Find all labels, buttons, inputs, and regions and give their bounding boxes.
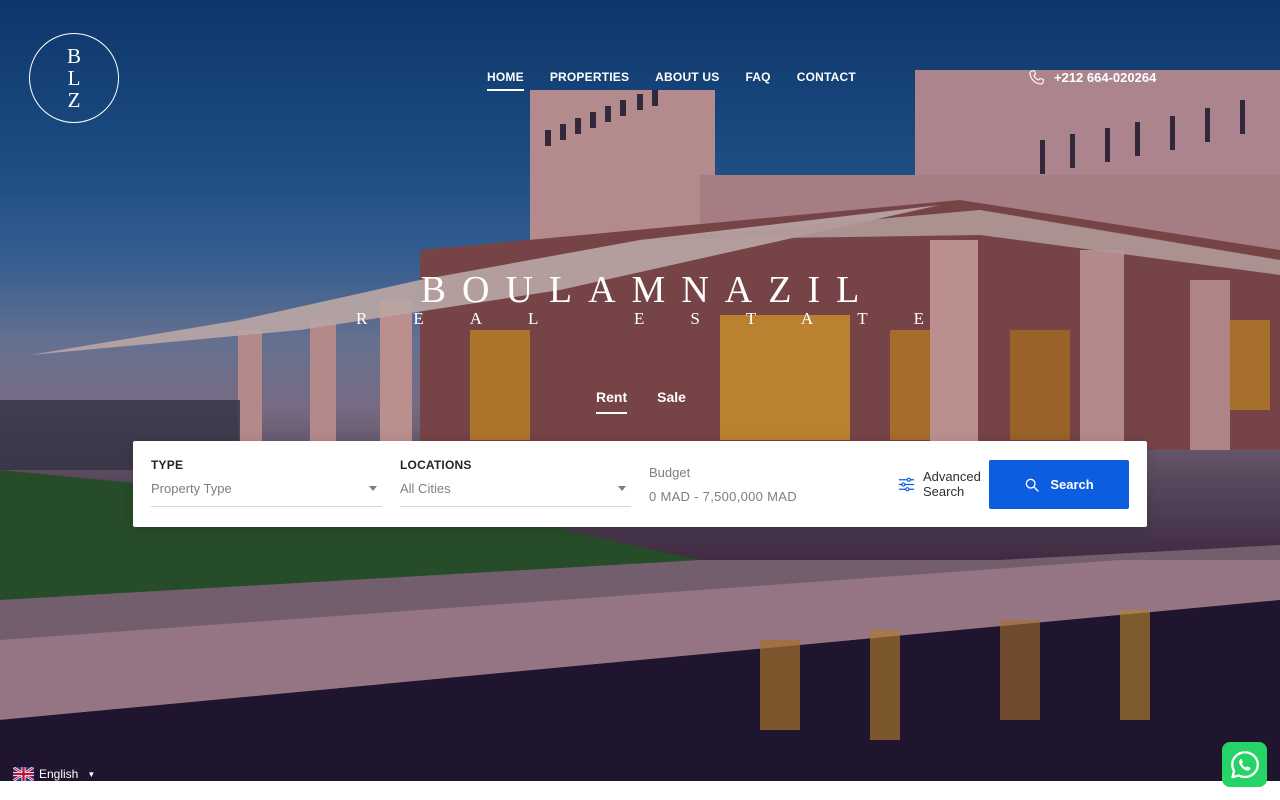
search-button[interactable]: Search [989,460,1129,509]
nav-item-contact[interactable]: CONTACT [797,70,856,90]
chevron-down-icon: ▼ [87,769,96,779]
main-nav: HOME PROPERTIES ABOUT US FAQ CONTACT [487,70,882,91]
language-switcher[interactable]: English ▼ [13,767,95,781]
site-logo[interactable]: B L Z [29,33,119,123]
type-field: TYPE Property Type [151,458,382,507]
whatsapp-button[interactable] [1222,742,1267,787]
phone-icon [1029,70,1044,85]
locations-select[interactable]: All Cities [400,481,631,507]
locations-select-value: All Cities [400,481,451,496]
nav-item-properties[interactable]: PROPERTIES [550,70,629,90]
tab-sale[interactable]: Sale [657,389,686,413]
caret-down-icon [618,486,626,491]
uk-flag-icon [13,767,34,781]
logo-letter: L [67,66,81,90]
advanced-search-label: Advanced [923,469,981,484]
brand-title: BOULAMNAZIL [420,269,876,311]
logo-letter: B [66,44,81,68]
search-icon [1025,478,1039,492]
phone-number: +212 664-020264 [1054,70,1157,85]
budget-label: Budget [649,465,691,480]
advanced-search-label-2: Search [923,484,965,499]
nav-item-faq[interactable]: FAQ [745,70,770,90]
advanced-search-toggle[interactable]: Advanced Search [897,469,981,499]
nav-item-home[interactable]: HOME [487,70,524,91]
budget-range: 0 MAD - 7,500,000 MAD [649,489,797,504]
logo-letter: Z [67,88,81,112]
brand-subtitle: REAL ESTATE [355,309,971,328]
locations-field: LOCATIONS All Cities [400,458,631,507]
phone-link[interactable]: +212 664-020264 [1028,69,1156,86]
sliders-icon [898,477,915,491]
tab-rent[interactable]: Rent [596,389,628,414]
whatsapp-icon [1230,750,1259,778]
locations-label: LOCATIONS [400,458,472,472]
nav-item-about-us[interactable]: ABOUT US [655,70,719,90]
search-panel: TYPE Property Type LOCATIONS All Cities … [133,441,1147,527]
type-label: TYPE [151,458,184,472]
listing-tabs: Rent Sale [596,389,686,414]
type-select-value: Property Type [151,481,232,496]
language-label: English [39,767,79,781]
budget-slider[interactable]: Budget 0 MAD - 7,500,000 MAD [649,465,797,504]
caret-down-icon [369,486,377,491]
type-select[interactable]: Property Type [151,481,382,507]
search-button-label: Search [1050,477,1094,492]
